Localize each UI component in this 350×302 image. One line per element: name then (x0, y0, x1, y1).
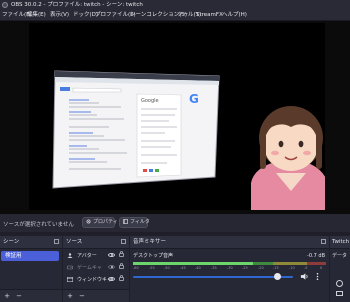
lock-icon[interactable] (119, 251, 124, 257)
meter-tick-label: -55 (149, 266, 155, 270)
add-source-icon[interactable]: + (67, 293, 73, 300)
scene-item-label: 検証用 (5, 253, 22, 259)
mixer-options-icon[interactable] (313, 272, 322, 281)
source-item[interactable]: ゲームキャ (66, 263, 128, 273)
meter-tick-label: 0 (320, 266, 323, 270)
volume-fader-track[interactable] (133, 276, 293, 278)
meter-tick-label: -20 (258, 266, 264, 270)
avatar-character (251, 106, 329, 210)
scenes-dock-title: シーン (3, 239, 20, 245)
scene-item[interactable]: 検証用 (1, 251, 59, 261)
scenes-dock-header: シーン (0, 236, 62, 249)
visibility-eye-icon[interactable] (108, 253, 115, 257)
undock-icon[interactable] (54, 239, 59, 244)
visibility-eye-icon[interactable] (108, 265, 115, 269)
sources-dock-title: ソース (66, 239, 83, 245)
source-item-label: アバター (77, 253, 97, 259)
menu-help[interactable]: ヘルプ(H) (222, 11, 247, 19)
meter-tick-label: -5 (304, 266, 308, 270)
meter-tick-label: -25 (242, 266, 248, 270)
source-item-label: ウィンドウキャ (77, 277, 113, 283)
twitch-dock-title: Twitch (332, 239, 350, 245)
filters-label: フィルタ (130, 219, 150, 225)
filters-button[interactable]: フィルタ (119, 217, 150, 228)
chat-icon[interactable] (336, 291, 343, 296)
mixer-track-label: デスクトップ音声 (133, 253, 174, 259)
menu-streamfx[interactable]: StreamFX (196, 11, 223, 19)
twitch-dock: Twitch データ (330, 236, 350, 302)
mixer-db-value: -0.7 dB (307, 253, 325, 259)
remove-scene-icon[interactable]: − (16, 293, 22, 300)
add-scene-icon[interactable]: + (4, 293, 10, 300)
volume-meter-level (133, 262, 253, 265)
undock-icon[interactable] (121, 239, 126, 244)
source-item[interactable]: アバター (67, 251, 128, 261)
meter-ticks: -60 -55 -50 -45 -40 -35 -30 -25 -20 -15 -10 -5 0 (133, 266, 326, 272)
visibility-eye-icon[interactable] (108, 277, 115, 281)
meter-tick-label: -15 (273, 266, 279, 270)
avatar-source-icon (67, 253, 73, 258)
audio-mixer-dock: 音声ミキサー デスクトップ音声 -0.7 dB -60 -55 -50 -45 -40-… (130, 236, 329, 302)
speaker-icon[interactable] (300, 272, 309, 281)
obs-logo-icon (2, 2, 8, 8)
mixer-dock-header: 音声ミキサー (130, 236, 329, 249)
undock-icon[interactable] (321, 239, 326, 244)
game-capture-icon (66, 265, 74, 270)
meter-tick-label: -40 (195, 266, 201, 270)
window-capture-icon (66, 276, 74, 283)
canvas-scene: Google G (52, 70, 329, 210)
meter-tick-label: -35 (211, 266, 217, 270)
sources-dock: ソース アバター ゲームキャ ウィンドウキャ + − (63, 236, 129, 302)
menu-edit[interactable]: 編集(E) (27, 11, 46, 19)
meter-tick-label: -45 (180, 266, 186, 270)
program-canvas[interactable]: Google G (29, 23, 329, 210)
lock-icon[interactable] (119, 263, 124, 269)
properties-label: プロパティ (93, 219, 118, 225)
menu-bar: ファイル(F) 編集(E) 表示(V) ドック(D) プロファイル(P) シーン… (0, 10, 350, 21)
volume-fader-handle[interactable] (274, 273, 281, 280)
mixer-dock-title: 音声ミキサー (133, 239, 167, 245)
filter-icon (123, 219, 128, 224)
gear-icon (86, 219, 91, 224)
properties-button[interactable]: プロパティ (82, 217, 118, 228)
remove-source-icon[interactable]: − (79, 293, 85, 300)
menu-view[interactable]: 表示(V) (50, 11, 69, 19)
window-title: OBS 30.0.2 - プロファイル: twitch - シーン: twitc… (11, 2, 143, 8)
meter-tick-label: -50 (164, 266, 170, 270)
title-bar: OBS 30.0.2 - プロファイル: twitch - シーン: twitc… (0, 0, 350, 10)
sources-toolbar: + − (63, 289, 129, 302)
no-source-selected-label: ソースが選択されていません (3, 222, 74, 228)
preview-area[interactable]: Google G (0, 21, 350, 214)
twitch-dock-text: データ (332, 253, 348, 259)
source-item[interactable]: ウィンドウキャ (66, 275, 128, 285)
svg-text:Google: Google (141, 98, 159, 104)
meter-tick-label: -30 (227, 266, 233, 270)
window-capture-browser: Google G (52, 70, 220, 189)
meter-tick-label: -10 (289, 266, 295, 270)
scenes-toolbar: + − (0, 289, 62, 302)
source-item-label: ゲームキャ (77, 265, 102, 271)
sources-dock-header: ソース (63, 236, 129, 249)
lock-icon[interactable] (119, 275, 124, 281)
scenes-dock: シーン 検証用 + − (0, 236, 62, 302)
meter-tick-label: -60 (133, 266, 139, 270)
volume-meter (133, 262, 326, 265)
source-controls-bar: ソースが選択されていません プロパティ フィルタ (0, 214, 350, 232)
svg-text:G: G (189, 92, 199, 106)
settings-icon[interactable] (336, 280, 343, 287)
twitch-dock-header: Twitch (330, 236, 350, 249)
